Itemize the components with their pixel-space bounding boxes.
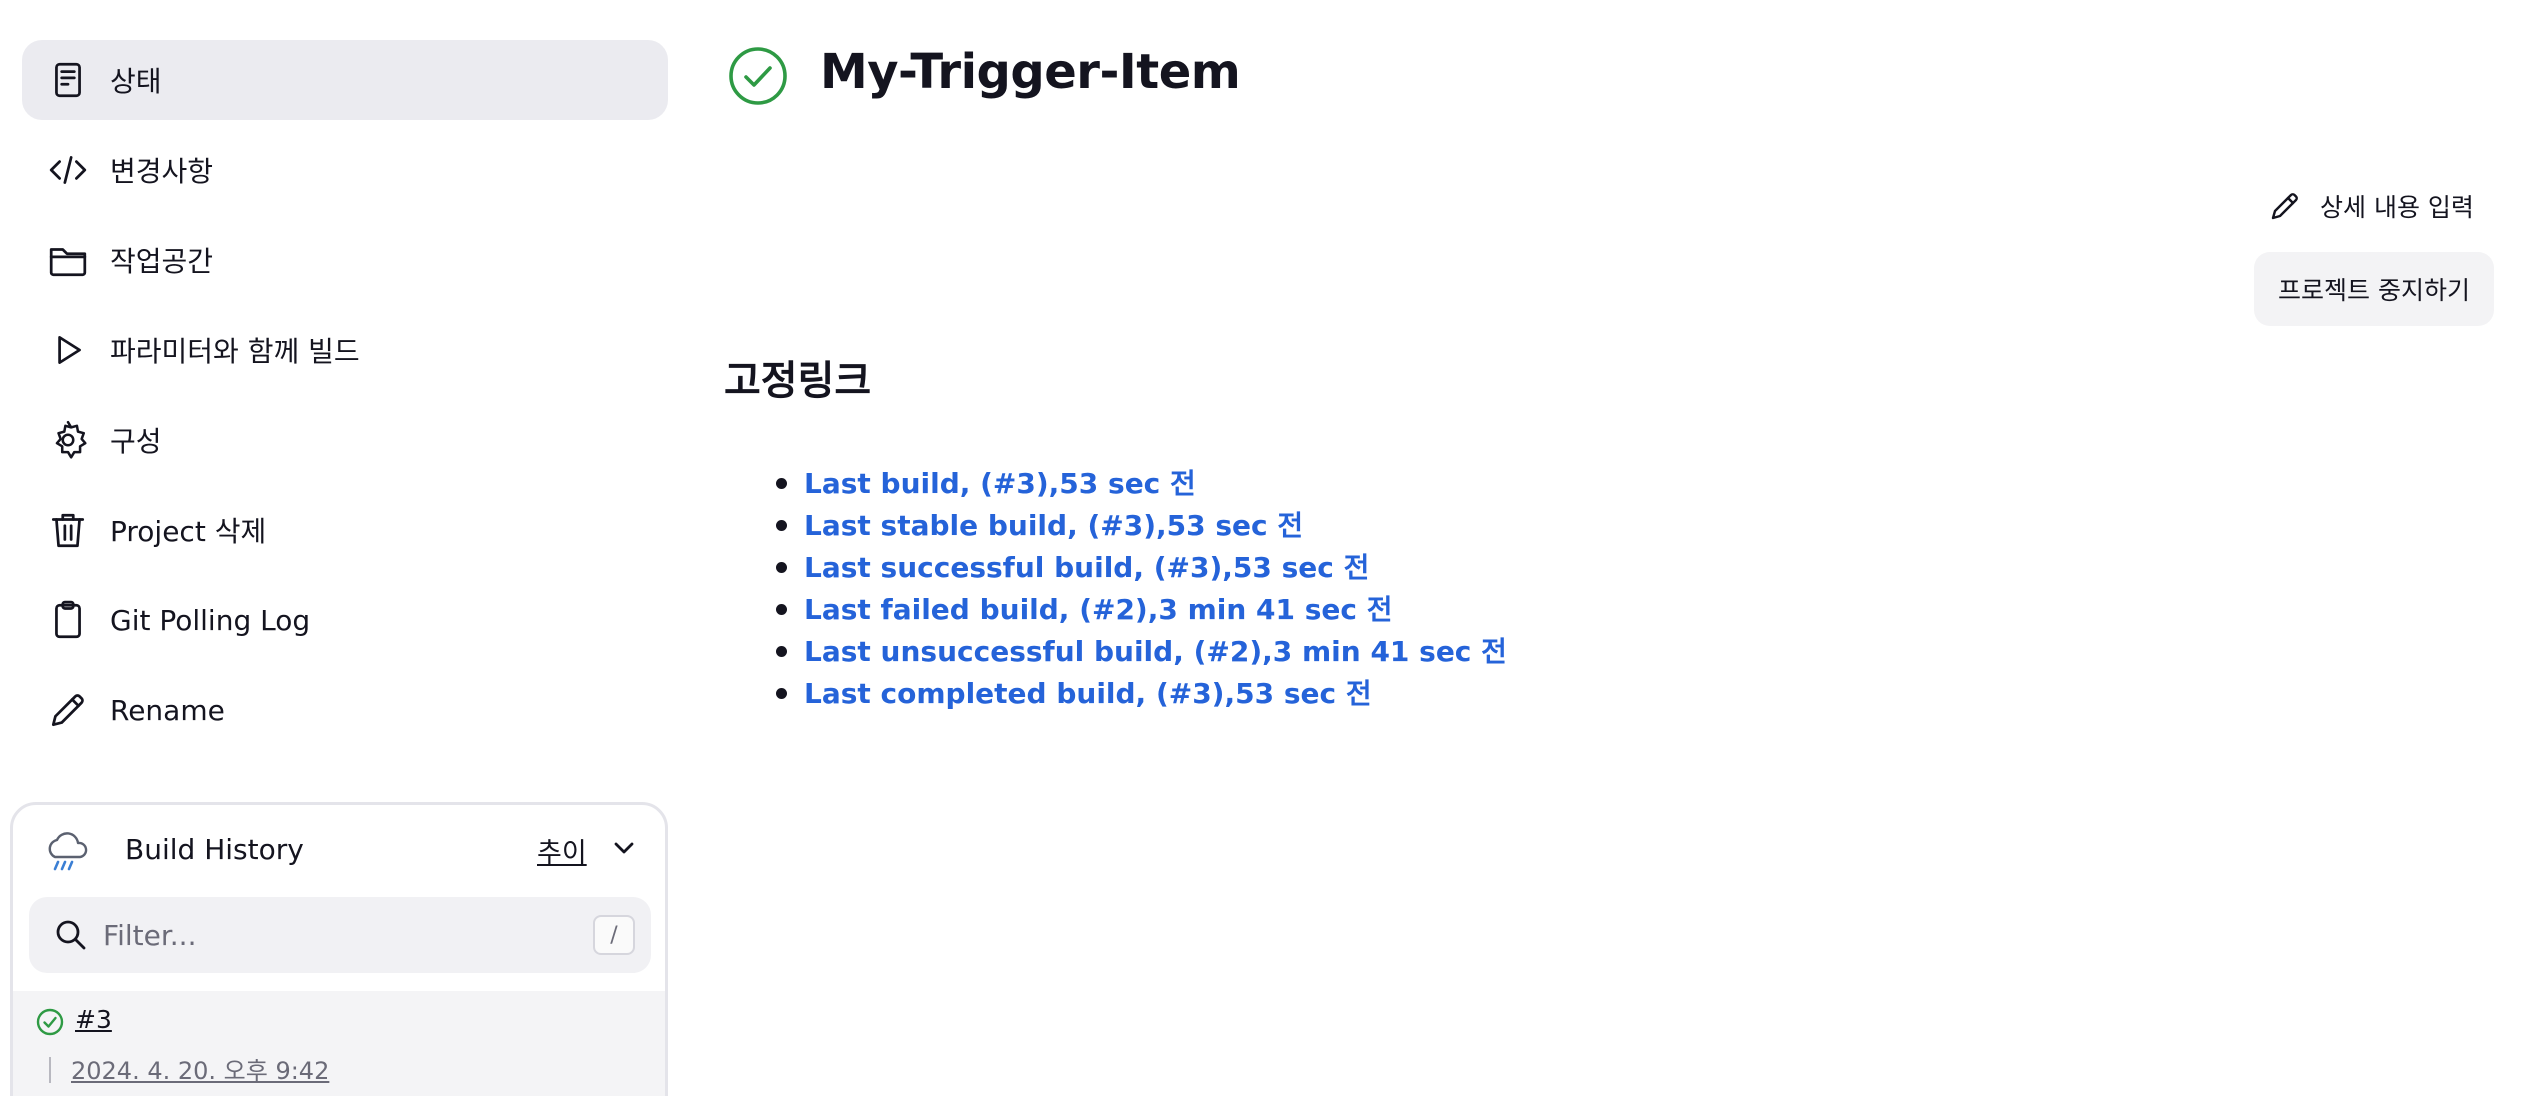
keyboard-shortcut-hint: / <box>593 915 635 955</box>
search-icon <box>56 920 86 950</box>
pencil-icon <box>46 688 90 732</box>
last-failed-build-link[interactable]: Last failed build, (#2),3 min 41 sec 전 <box>804 588 1393 628</box>
trend-link[interactable]: 추이 <box>537 831 587 870</box>
last-completed-build-link[interactable]: Last completed build, (#3),53 sec 전 <box>804 672 1372 712</box>
bullet <box>776 688 787 699</box>
sidebar-item-workspace[interactable]: 작업공간 <box>22 220 668 300</box>
sidebar-item-build-with-parameters[interactable]: 파라미터와 함께 빌드 <box>22 310 668 390</box>
sidebar-item-label: Rename <box>110 693 225 727</box>
sidebar-item-configure[interactable]: 구성 <box>22 400 668 480</box>
disable-project-button[interactable]: 프로젝트 중지하기 <box>2254 252 2494 326</box>
document-icon <box>46 58 90 102</box>
sidebar-item-label: 변경사항 <box>110 155 214 188</box>
last-successful-build-link[interactable]: Last successful build, (#3),53 sec 전 <box>804 546 1369 586</box>
sidebar-item-label: 파라미터와 함께 빌드 <box>110 335 360 368</box>
success-status-icon <box>729 47 787 105</box>
timeline-divider <box>49 1057 51 1083</box>
permalinks-title: 고정링크 <box>724 358 872 404</box>
build-date-link[interactable]: 2024. 4. 20. 오후 9:42 <box>71 1051 329 1086</box>
build-filter: / <box>29 897 651 973</box>
last-unsuccessful-build-link[interactable]: Last unsuccessful build, (#2),3 min 41 s… <box>804 630 1507 670</box>
code-icon <box>46 148 90 192</box>
sidebar-item-label: 구성 <box>110 425 162 458</box>
sidebar-item-status[interactable]: 상태 <box>22 40 668 120</box>
play-icon <box>46 328 90 372</box>
filter-input[interactable] <box>103 911 543 959</box>
pencil-icon <box>2271 193 2298 220</box>
bullet <box>776 604 787 615</box>
last-stable-build-link[interactable]: Last stable build, (#3),53 sec 전 <box>804 504 1303 544</box>
page-title: My-Trigger-Item <box>820 44 1241 100</box>
last-build-link[interactable]: Last build, (#3),53 sec 전 <box>804 462 1196 502</box>
trash-icon <box>46 508 90 552</box>
sidebar-item-label: Git Polling Log <box>110 603 311 637</box>
folder-icon <box>46 238 90 282</box>
sidebar-item-delete-project[interactable]: Project 삭제 <box>22 490 668 570</box>
rain-cloud-icon <box>48 832 88 871</box>
bullet <box>776 562 787 573</box>
gear-icon <box>46 418 90 462</box>
bullet <box>776 520 787 531</box>
jenkins-job-page: 상태 변경사항 작업공간 파라미터와 함께 빌드 구성 Project 삭제 G… <box>0 0 2524 1096</box>
clipboard-icon <box>46 598 90 642</box>
sidebar-item-changes[interactable]: 변경사항 <box>22 130 668 210</box>
build-history-title: Build History <box>125 833 304 866</box>
sidebar-item-git-polling-log[interactable]: Git Polling Log <box>22 580 668 660</box>
sidebar-item-label: Project 삭제 <box>110 515 267 548</box>
build-row[interactable]: #3 2024. 4. 20. 오후 9:42 <box>13 991 665 1096</box>
sidebar: 상태 변경사항 작업공간 파라미터와 함께 빌드 구성 Project 삭제 G… <box>22 40 668 760</box>
chevron-down-icon[interactable] <box>609 833 639 863</box>
edit-description-label: 상세 내용 입력 <box>2320 193 2474 222</box>
sidebar-item-label: 작업공간 <box>110 245 214 278</box>
build-number-link[interactable]: #3 <box>75 1005 112 1034</box>
sidebar-item-label: 상태 <box>110 65 162 98</box>
build-history-header: Build History 추이 <box>13 805 665 895</box>
build-history-panel: Build History 추이 / #3 2024. 4. 20. 오후 9:… <box>10 802 668 1096</box>
bullet <box>776 478 787 489</box>
edit-description-button[interactable]: 상세 내용 입력 <box>2256 178 2486 234</box>
success-icon <box>36 1008 64 1036</box>
sidebar-item-rename[interactable]: Rename <box>22 670 668 750</box>
bullet <box>776 646 787 657</box>
